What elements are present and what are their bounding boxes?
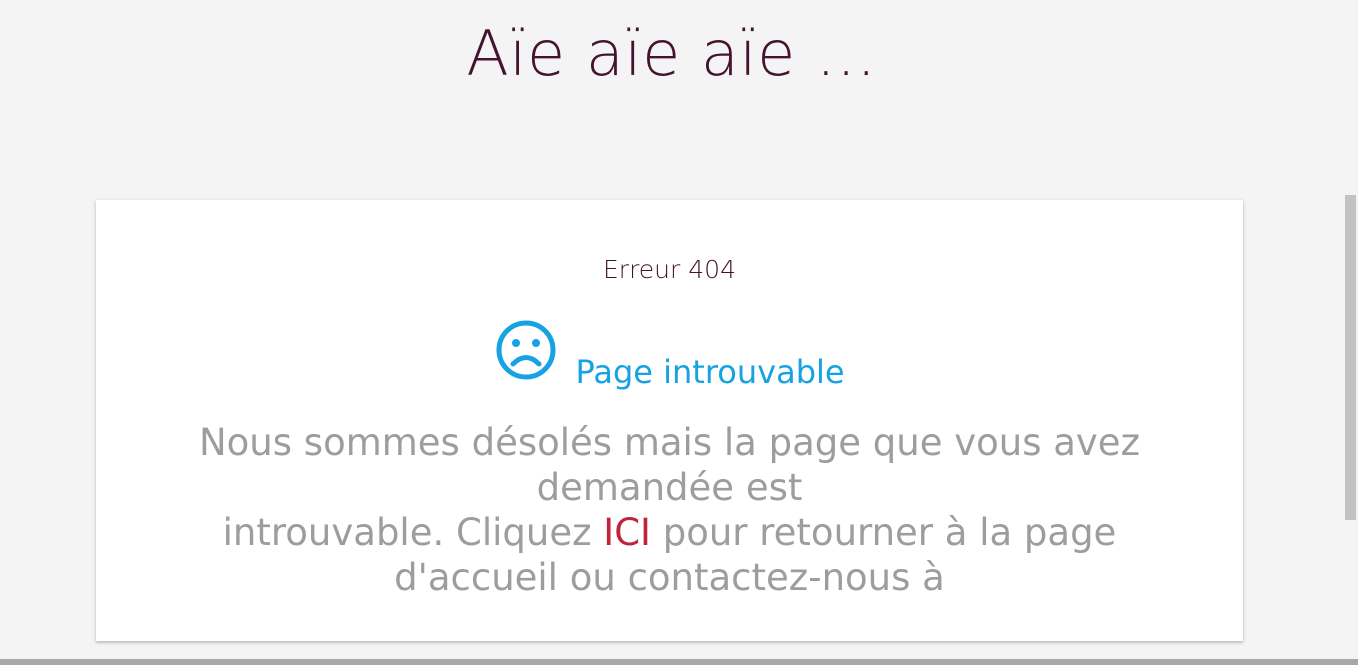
error-code: Erreur 404 (603, 255, 736, 284)
page-title: Aïe aïe aïe ... (466, 17, 877, 90)
page: Aïe aïe aïe ... Erreur 404 Page introuva… (0, 0, 1358, 665)
subtitle-row: Page introuvable (96, 318, 1243, 392)
message-line-1: Nous sommes désolés mais la page que vou… (198, 421, 1140, 509)
message-line-2-before: introuvable. Cliquez (222, 511, 604, 554)
sad-face-icon (494, 318, 558, 382)
subtitle: Page introuvable (575, 353, 845, 391)
error-card: Erreur 404 Page introuvable Nous sommes … (96, 200, 1243, 641)
error-message: Nous sommes désolés mais la page que vou… (136, 420, 1203, 600)
home-link[interactable]: ICI (603, 511, 651, 554)
vertical-scrollbar[interactable] (1343, 0, 1358, 665)
horizontal-scrollbar[interactable] (0, 659, 1358, 665)
scrollbar-thumb[interactable] (1345, 195, 1356, 520)
